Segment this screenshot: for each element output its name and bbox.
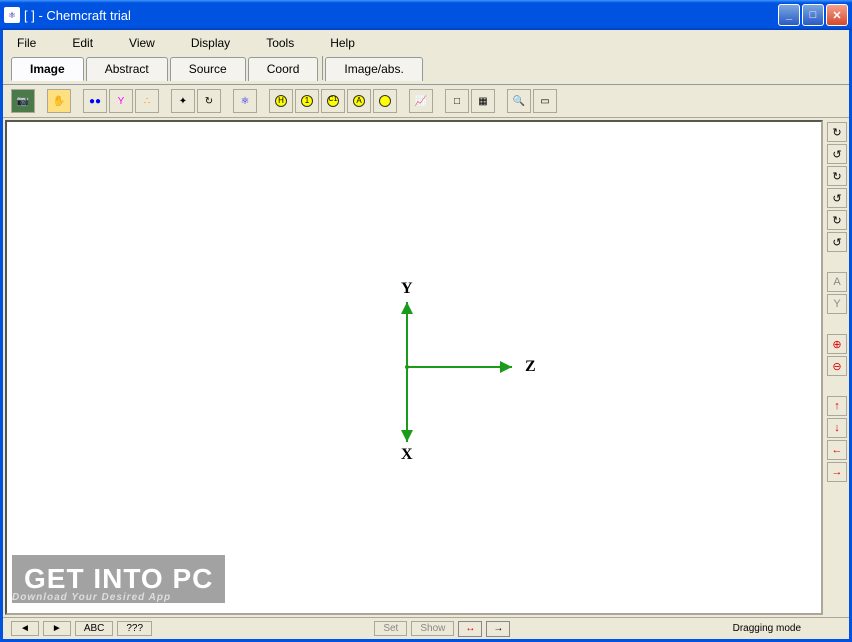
a-yellow-icon[interactable]: A [347,89,371,113]
maximize-button[interactable]: □ [802,4,824,26]
rotate-ccw2-icon[interactable]: ↺ [827,188,847,208]
arrow-down-red-icon[interactable]: ↓ [827,418,847,438]
tab-separator [322,56,323,80]
yellow-circle-icon[interactable] [373,89,397,113]
arrow-right-red-icon[interactable]: → [827,462,847,482]
canvas[interactable]: Y Z X GET INTO PC Download Your Desired … [5,120,823,615]
menu-tools[interactable]: Tools [260,34,300,52]
status-prev-btn[interactable]: ◄ [11,621,39,636]
menu-help[interactable]: Help [324,34,361,52]
status-next-btn[interactable]: ► [43,621,71,636]
status-mode-text: Dragging mode [733,623,841,634]
refresh-icon[interactable]: ↻ [197,89,221,113]
watermark-overlay: GET INTO PC Download Your Desired App [12,555,225,603]
h-yellow-icon[interactable]: H [269,89,293,113]
menu-view[interactable]: View [123,34,161,52]
zoom-in-icon[interactable]: ⊕ [827,334,847,354]
main-area: Y Z X GET INTO PC Download Your Desired … [3,118,849,617]
status-qqq-btn[interactable]: ??? [117,621,152,636]
letter-a-icon[interactable]: A [827,272,847,292]
c1-yellow-icon[interactable]: C1 [321,89,345,113]
watermark-subtitle: Download Your Desired App [12,592,171,603]
arrow-up-red-icon[interactable]: ↑ [827,396,847,416]
side-toolbar: ↻ ↺ ↻ ↺ ↻ ↺ A Y ⊕ ⊖ ↑ ↓ ← → [825,118,849,617]
window-title: [ ] - Chemcraft trial [24,8,778,23]
tabbar: Image Abstract Source Coord Image/abs. [3,56,849,85]
one-yellow-icon[interactable]: 1 [295,89,319,113]
rotate-cw2-icon[interactable]: ↻ [827,166,847,186]
grid-icon[interactable]: ▦ [471,89,495,113]
axis-x-label: X [401,446,413,464]
graph-icon[interactable]: 📈 [409,89,433,113]
bond-colored-icon[interactable]: Y [109,89,133,113]
app-icon: ⚛ [4,7,20,23]
tab-image-abs[interactable]: Image/abs. [325,57,422,81]
atom-orbit-icon[interactable]: ⚛ [233,89,257,113]
statusbar: ◄ ► ABC ??? Set Show ↔ → Dragging mode [3,617,849,639]
toolbar: 📷 ✋ ●● Y ∴ ✦ ↻ ⚛ H 1 C1 A 📈 □ ▦ 🔍 ▭ [3,85,849,118]
menubar: File Edit View Display Tools Help [3,30,849,56]
status-show-btn[interactable]: Show [411,621,454,636]
camera-icon[interactable]: 📷 [11,89,35,113]
rotate-cw-icon[interactable]: ↻ [827,122,847,142]
titlebar: ⚛ [ ] - Chemcraft trial _ □ ✕ [0,0,852,30]
menu-display[interactable]: Display [185,34,236,52]
tab-abstract[interactable]: Abstract [86,57,168,81]
menu-file[interactable]: File [11,34,42,52]
sparkle-icon[interactable]: ✦ [171,89,195,113]
close-button[interactable]: ✕ [826,4,848,26]
window-controls: _ □ ✕ [778,4,848,26]
rotate-ccw3-icon[interactable]: ↺ [827,232,847,252]
minimize-button[interactable]: _ [778,4,800,26]
rotate-ccw-icon[interactable]: ↺ [827,144,847,164]
status-arrow-lr-btn[interactable]: ↔ [458,621,482,637]
axis-y-label: Y [401,280,413,298]
bond-dots-icon[interactable]: ∴ [135,89,159,113]
zoom-out-icon[interactable]: ⊖ [827,356,847,376]
bond-blue-icon[interactable]: ●● [83,89,107,113]
tab-source[interactable]: Source [170,57,246,81]
watermark-text: GET INTO PC [24,563,213,594]
axis-z-label: Z [525,358,536,376]
rotate-cw3-icon[interactable]: ↻ [827,210,847,230]
camera2-icon[interactable]: ▭ [533,89,557,113]
menu-edit[interactable]: Edit [66,34,99,52]
flip-y-icon[interactable]: Y [827,294,847,314]
status-arrow-right-btn[interactable]: → [486,621,510,637]
status-set-btn[interactable]: Set [374,621,407,636]
arrow-left-red-icon[interactable]: ← [827,440,847,460]
tab-coord[interactable]: Coord [248,57,319,81]
status-abc-btn[interactable]: ABC [75,621,114,636]
square-icon[interactable]: □ [445,89,469,113]
magnify-icon[interactable]: 🔍 [507,89,531,113]
highlight-icon[interactable]: ✋ [47,89,71,113]
axes-svg [7,122,821,613]
tab-image[interactable]: Image [11,57,84,81]
